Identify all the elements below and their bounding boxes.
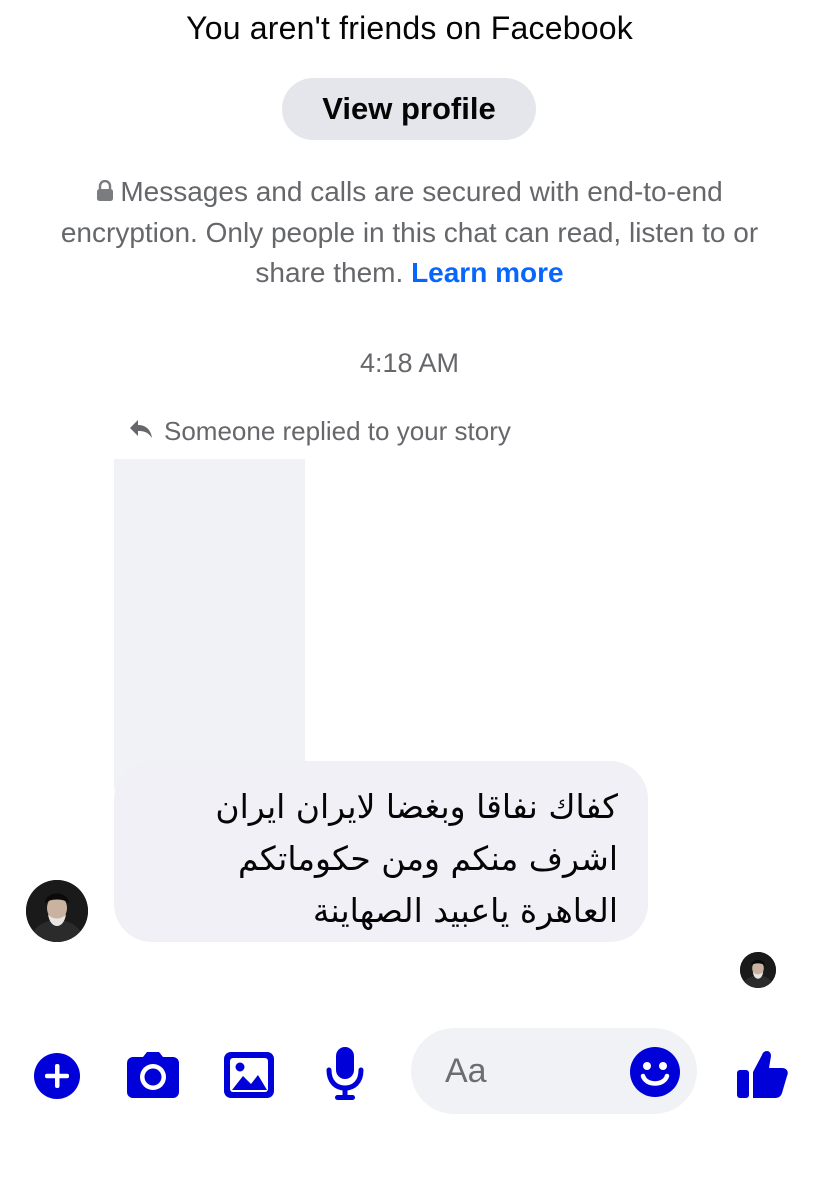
reply-note-text: Someone replied to your story [164,416,511,446]
view-profile-button[interactable]: View profile [282,78,536,140]
sender-avatar[interactable] [26,880,88,942]
encryption-text: Messages and calls are secured with end-… [60,176,759,288]
learn-more-link[interactable]: Learn more [411,257,564,288]
reply-arrow-icon [128,416,154,447]
emoji-icon[interactable] [629,1046,681,1098]
message-composer[interactable] [411,1028,697,1114]
microphone-icon[interactable] [326,1046,364,1102]
camera-icon[interactable] [126,1050,180,1100]
plus-icon[interactable] [33,1052,81,1100]
gallery-icon[interactable] [224,1051,274,1099]
message-timestamp: 4:18 AM [359,348,460,378]
message-bubble[interactable]: كفاك نفاقا وبغضا لايران ايران اشرف منكم … [114,761,648,942]
message-input[interactable] [445,1050,615,1092]
thumbs-up-icon[interactable] [735,1046,789,1100]
lock-icon [96,173,114,213]
story-preview[interactable] [114,459,305,789]
page-title: You aren't friends on Facebook [186,10,633,46]
message-text: كفاك نفاقا وبغضا لايران ايران اشرف منكم … [215,787,618,930]
encryption-notice: Messages and calls are secured with end-… [40,172,779,293]
story-reply-note: Someone replied to your story [128,416,511,447]
seen-indicator-avatar [740,952,776,988]
